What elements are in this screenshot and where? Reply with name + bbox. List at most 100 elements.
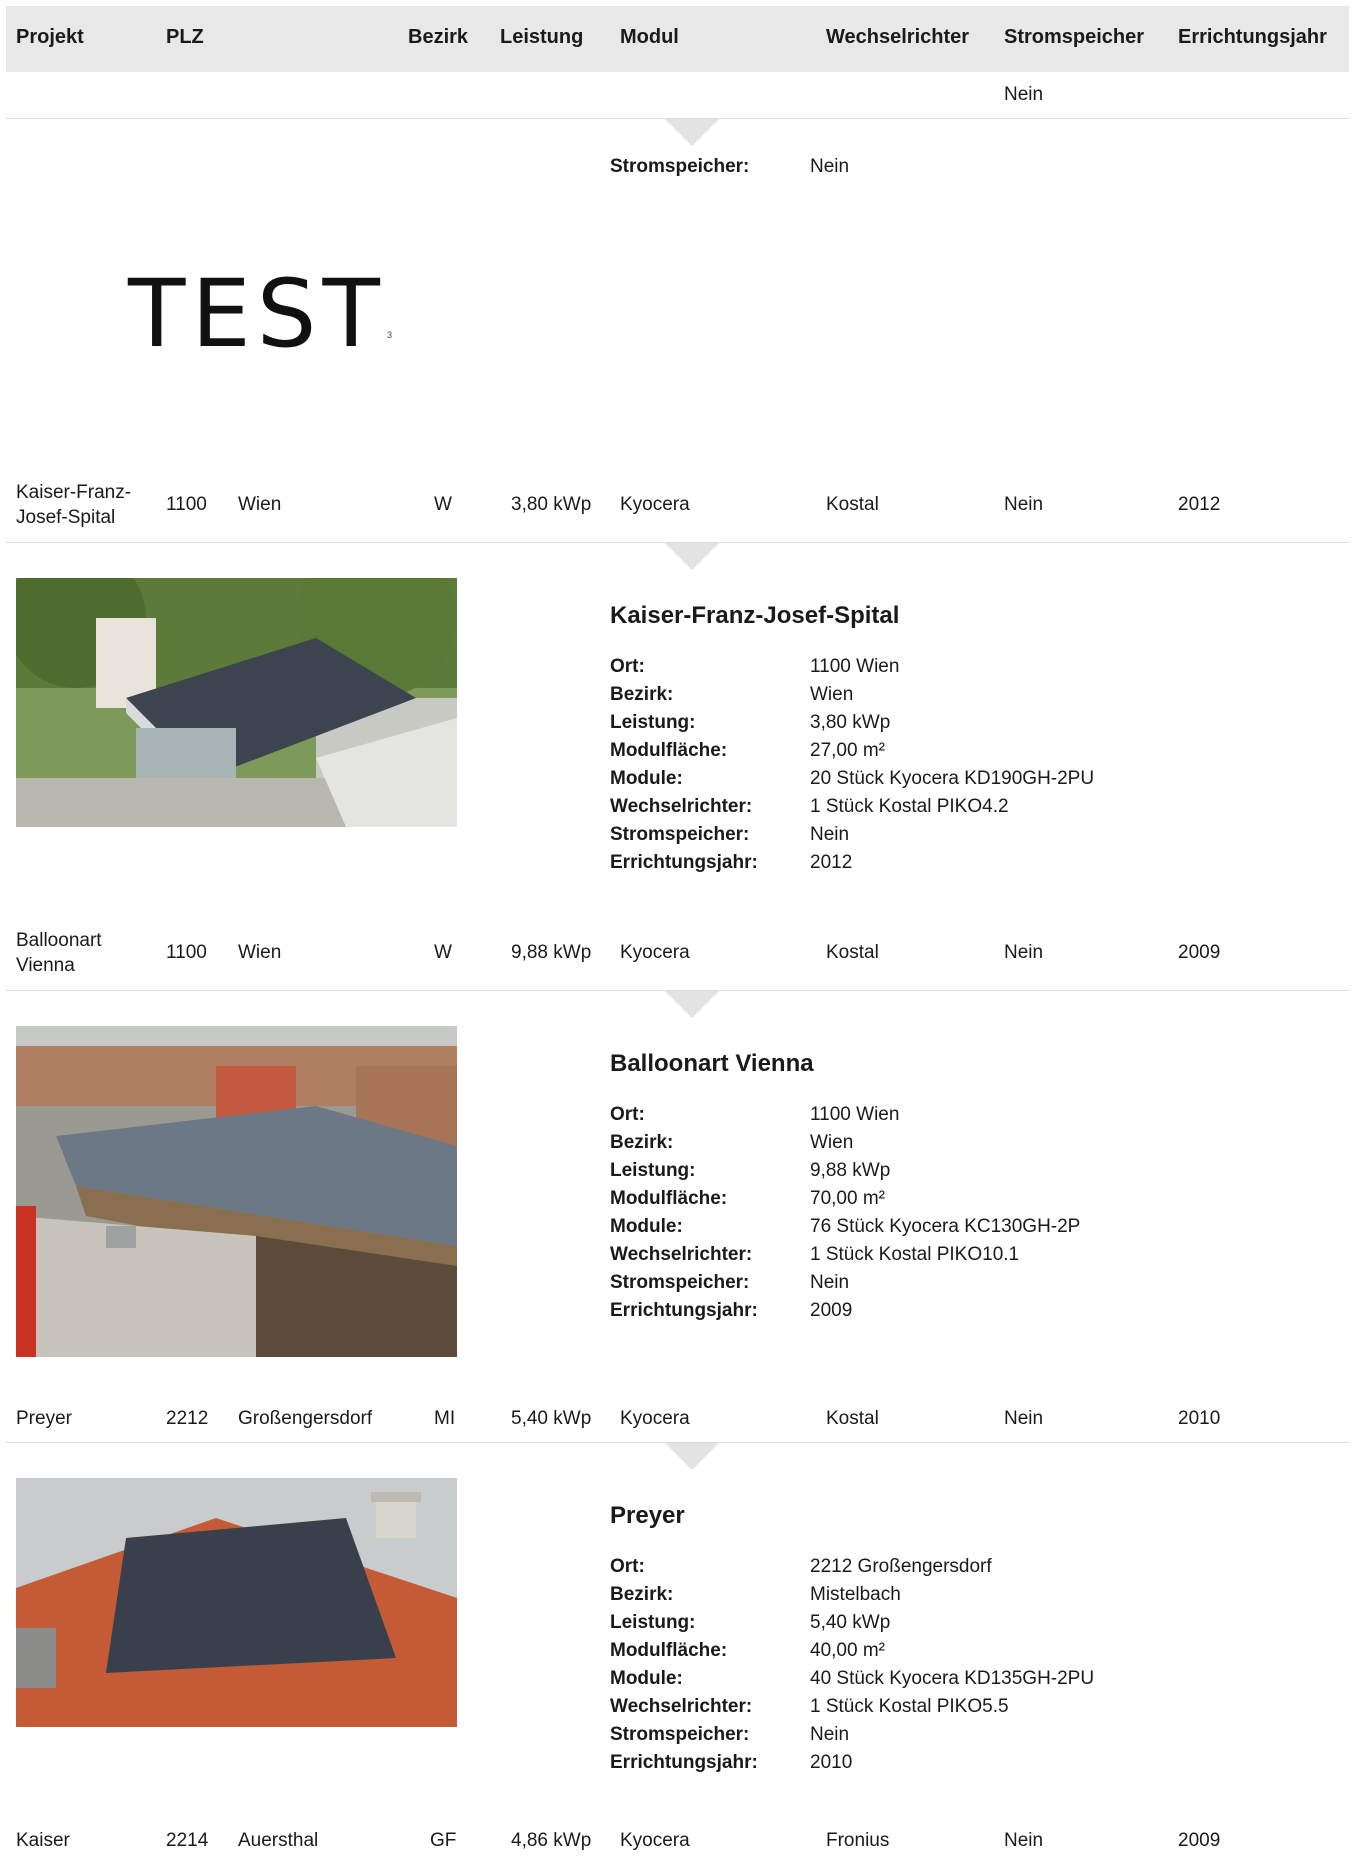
cell-modul: Kyocera xyxy=(620,1408,690,1429)
cell-plz: 1100 xyxy=(166,942,207,963)
detail-value: 3,80 kWp xyxy=(810,712,891,733)
header-projekt[interactable]: Projekt xyxy=(16,26,84,49)
detail-value: 2010 xyxy=(810,1752,853,1773)
detail-label: Stromspeicher: xyxy=(610,824,750,845)
detail-value: 1 Stück Kostal PIKO5.5 xyxy=(810,1696,1009,1717)
detail-value: Nein xyxy=(810,824,850,845)
detail-label: Modulfläche: xyxy=(610,1640,728,1661)
detail-value: 1100 Wien xyxy=(810,656,900,677)
detail-value: 40,00 m² xyxy=(810,1640,885,1661)
header-plz[interactable]: PLZ xyxy=(166,26,204,49)
detail-label: Stromspeicher: xyxy=(610,1724,750,1745)
header-modul[interactable]: Modul xyxy=(620,26,679,49)
table-header: Projekt PLZ Bezirk Leistung Modul Wechse… xyxy=(6,6,1349,72)
header-leistung[interactable]: Leistung xyxy=(500,26,583,49)
detail-label: Ort: xyxy=(610,1104,645,1125)
detail-value: 40 Stück Kyocera KD135GH-2PU xyxy=(810,1668,1095,1689)
cell-bezirk: W xyxy=(434,494,452,515)
detail-label: Bezirk: xyxy=(610,684,674,705)
detail-value: 76 Stück Kyocera KC130GH-2P xyxy=(810,1216,1081,1237)
detail-value: 2212 Großengersdorf xyxy=(810,1556,992,1577)
expand-arrow-icon xyxy=(665,991,719,1018)
cell-wechselrichter: Kostal xyxy=(826,1408,879,1429)
detail-value: 1 Stück Kostal PIKO4.2 xyxy=(810,796,1009,817)
detail-label: Modulfläche: xyxy=(610,740,728,761)
header-bezirk[interactable]: Bezirk xyxy=(408,26,468,49)
detail-label: Leistung: xyxy=(610,1160,696,1181)
cell-plz: 2212 xyxy=(166,1408,209,1429)
cell-leistung: 3,80 kWp xyxy=(511,494,592,515)
test-logo-image: TEST xyxy=(128,260,386,369)
detail-label: Module: xyxy=(610,1668,683,1689)
expand-arrow-icon xyxy=(665,119,719,146)
detail-value: 2012 xyxy=(810,852,853,873)
cell-projekt: Balloonart Vienna xyxy=(16,930,102,976)
detail-value: 20 Stück Kyocera KD190GH-2PU xyxy=(810,768,1095,789)
detail-value: 9,88 kWp xyxy=(810,1160,891,1181)
cell-wechselrichter: Kostal xyxy=(826,494,879,515)
partial-row-stromspeicher: Nein xyxy=(1004,84,1044,105)
cell-plz: 2214 xyxy=(166,1830,209,1851)
cell-bezirk: GF xyxy=(430,1830,457,1851)
project-photo[interactable] xyxy=(16,578,457,827)
detail-label: Errichtungsjahr: xyxy=(610,1752,758,1773)
header-stromspeicher[interactable]: Stromspeicher xyxy=(1004,26,1144,49)
cell-bezirk: MI xyxy=(434,1408,456,1429)
cell-modul: Kyocera xyxy=(620,494,690,515)
cell-wechselrichter: Fronius xyxy=(826,1830,890,1851)
test-logo-sup: 3 xyxy=(387,330,393,340)
detail-value: Wien xyxy=(810,684,854,705)
detail-value: Nein xyxy=(810,156,850,177)
detail-label: Ort: xyxy=(610,1556,645,1577)
expand-arrow-icon xyxy=(665,543,719,570)
detail-label: Ort: xyxy=(610,656,645,677)
detail-title: Preyer xyxy=(610,1502,685,1529)
cell-modul: Kyocera xyxy=(620,1830,690,1851)
project-photo[interactable] xyxy=(16,1026,457,1357)
cell-leistung: 5,40 kWp xyxy=(511,1408,592,1429)
expand-arrow-icon xyxy=(665,1443,719,1470)
detail-label: Stromspeicher: xyxy=(610,1272,750,1293)
cell-projekt: Kaiser xyxy=(16,1830,70,1851)
detail-label: Wechselrichter: xyxy=(610,1696,753,1717)
cell-jahr: 2010 xyxy=(1178,1408,1221,1429)
cell-leistung: 4,86 kWp xyxy=(511,1830,592,1851)
header-wechselrichter[interactable]: Wechselrichter xyxy=(826,26,969,49)
detail-label: Module: xyxy=(610,768,683,789)
detail-value: 27,00 m² xyxy=(810,740,885,761)
cell-wechselrichter: Kostal xyxy=(826,942,879,963)
cell-plz: 1100 xyxy=(166,494,207,515)
detail-value: 2009 xyxy=(810,1300,853,1321)
detail-value: Mistelbach xyxy=(810,1584,901,1605)
detail-title: Kaiser-Franz-Josef-Spital xyxy=(610,602,900,629)
detail-value: 70,00 m² xyxy=(810,1188,885,1209)
detail-label: Leistung: xyxy=(610,1612,696,1633)
cell-jahr: 2009 xyxy=(1178,1830,1221,1851)
detail-label: Bezirk: xyxy=(610,1132,674,1153)
cell-ort: Großengersdorf xyxy=(238,1408,373,1429)
cell-ort: Wien xyxy=(238,494,282,515)
cell-leistung: 9,88 kWp xyxy=(511,942,592,963)
header-errichtungsjahr[interactable]: Errichtungsjahr xyxy=(1178,26,1327,49)
detail-label: Bezirk: xyxy=(610,1584,674,1605)
cell-stromspeicher: Nein xyxy=(1004,494,1044,515)
cell-jahr: 2009 xyxy=(1178,942,1221,963)
detail-label: Stromspeicher: xyxy=(610,156,750,177)
cell-jahr: 2012 xyxy=(1178,494,1221,515)
detail-label: Errichtungsjahr: xyxy=(610,852,758,873)
cell-ort: Auersthal xyxy=(238,1830,319,1851)
detail-title: Balloonart Vienna xyxy=(610,1050,814,1077)
detail-label: Wechselrichter: xyxy=(610,796,753,817)
detail-label: Module: xyxy=(610,1216,683,1237)
cell-bezirk: W xyxy=(434,942,452,963)
detail-value: 5,40 kWp xyxy=(810,1612,891,1633)
cell-projekt: Preyer xyxy=(16,1408,72,1429)
detail-value: 1100 Wien xyxy=(810,1104,900,1125)
cell-stromspeicher: Nein xyxy=(1004,1408,1044,1429)
detail-label: Wechselrichter: xyxy=(610,1244,753,1265)
project-photo[interactable] xyxy=(16,1478,457,1727)
detail-value: 1 Stück Kostal PIKO10.1 xyxy=(810,1244,1020,1265)
detail-label: Errichtungsjahr: xyxy=(610,1300,758,1321)
cell-ort: Wien xyxy=(238,942,282,963)
detail-value: Nein xyxy=(810,1272,850,1293)
